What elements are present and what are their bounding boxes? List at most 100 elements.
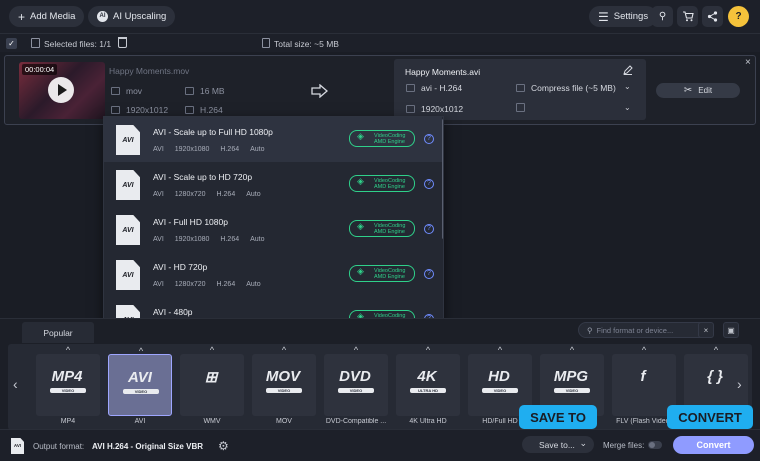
trash-icon[interactable]	[118, 37, 127, 48]
output-resolution-meta[interactable]: 1920x1012	[406, 104, 463, 114]
tab-popular[interactable]: Popular	[22, 322, 94, 343]
chevron-up-icon[interactable]: ^	[423, 345, 433, 355]
compress-chevron-icon[interactable]: ⌄	[624, 82, 631, 91]
edit-button[interactable]: ✂ Edit	[656, 83, 740, 98]
format-logo-sub: VIDEO	[554, 388, 590, 393]
preset-details: AVI 1920x1080 H.264 Auto	[153, 236, 276, 243]
resolution-meta: 1920x1012	[111, 105, 168, 115]
format-label: MOV	[276, 418, 292, 425]
search-icon[interactable]: ⚲	[652, 6, 673, 27]
files-icon	[31, 38, 40, 48]
help-circle-icon[interactable]: ?	[424, 179, 434, 189]
preset-item[interactable]: AVI AVI - HD 720p AVI 1280x720 H.264 Auto Vide…	[104, 252, 442, 297]
save-to-button[interactable]: Save to... ⌄	[522, 436, 594, 453]
output-resolution-value: 1920x1012	[421, 104, 464, 114]
chevron-up-icon[interactable]: ^	[711, 345, 721, 355]
settings-button[interactable]: ☰ Settings	[589, 6, 658, 27]
preset-resolution: 1920x1080	[174, 146, 210, 153]
format-search-input[interactable]: ⚲ Find format or device...	[578, 322, 714, 338]
remove-file-icon[interactable]: ×	[745, 57, 751, 68]
chevron-up-icon[interactable]: ^	[63, 345, 73, 355]
merge-files-label: Merge files:	[603, 441, 645, 450]
amd-engine-badge: VideoCoding AMD Engine	[349, 175, 415, 192]
format-tile[interactable]: ^ 4K ULTRA HD	[396, 345, 460, 416]
sliders-icon: ☰	[598, 9, 609, 24]
format-logo: MP4	[51, 368, 83, 385]
preset-dropdown[interactable]: AVI AVI - Scale up to Full HD 1080p AVI 192…	[103, 116, 444, 340]
chevron-up-icon[interactable]: ^	[495, 345, 505, 355]
pencil-icon[interactable]	[623, 65, 633, 75]
audio-chevron-icon[interactable]: ⌄	[624, 103, 631, 112]
preset-title: AVI - Scale up to Full HD 1080p	[153, 127, 273, 137]
chevron-up-icon[interactable]: ^	[639, 345, 649, 355]
codec-value: H.264	[200, 105, 223, 115]
preset-container: AVI	[153, 281, 164, 288]
share-icon[interactable]	[702, 6, 723, 27]
format-label: AVI	[134, 418, 146, 425]
preset-details: AVI 1920x1080 H.264 Auto	[153, 146, 276, 153]
device-detect-icon[interactable]: ▣	[723, 322, 739, 338]
chevron-up-icon[interactable]: ^	[351, 345, 361, 355]
format-label: WMV	[203, 418, 221, 425]
format-logo: HD	[488, 368, 510, 385]
format-tile[interactable]: ^ ⊞	[180, 345, 244, 416]
help-circle-icon[interactable]: ?	[424, 224, 434, 234]
preset-item[interactable]: AVI AVI - Full HD 1080p AVI 1920x1080 H.264 A…	[104, 207, 442, 252]
settings-label: Settings	[613, 11, 649, 22]
chevron-up-icon[interactable]: ^	[207, 345, 217, 355]
convert-button[interactable]: Convert	[673, 436, 754, 454]
format-tile[interactable]: ^ MOV VIDEO	[252, 345, 316, 416]
preset-title: AVI - Full HD 1080p	[153, 217, 228, 227]
output-settings-gear-icon[interactable]: ⚙	[218, 439, 229, 453]
output-format-meta[interactable]: avi - H.264	[406, 83, 462, 93]
source-file-name: Happy Moments.mov	[109, 66, 190, 76]
preset-item[interactable]: AVI AVI - Scale up to HD 720p AVI 1280x720 H…	[104, 162, 442, 207]
audio-icon[interactable]	[516, 103, 525, 112]
ai-icon: AI	[97, 11, 108, 22]
play-icon[interactable]	[48, 77, 74, 103]
format-logo-sub: VIDEO	[482, 388, 518, 393]
preset-codec: H.264	[220, 146, 240, 153]
preset-codec: H.264	[220, 236, 240, 243]
select-all-checkbox[interactable]: ✓	[6, 38, 17, 49]
top-toolbar: + Add Media AI AI Upscaling ☰ Settings ⚲…	[0, 0, 760, 33]
format-logo-sub: VIDEO	[50, 388, 86, 393]
gallery-prev-icon[interactable]: ‹	[13, 376, 18, 392]
format-logo-sub: ULTRA HD	[410, 388, 446, 393]
format-label: DVD-Compatible ...	[325, 418, 387, 425]
resize-icon	[406, 105, 415, 113]
amd-engine-badge: VideoCoding AMD Engine	[349, 220, 415, 237]
output-format-file-icon: AVI	[11, 438, 24, 454]
preset-mode: Auto	[250, 146, 265, 153]
resolution-value: 1920x1012	[126, 105, 169, 115]
format-logo: 4K	[417, 368, 437, 385]
chevron-up-icon[interactable]: ^	[136, 346, 146, 356]
add-media-button[interactable]: + Add Media	[9, 6, 85, 27]
format-logo: DVD	[339, 368, 371, 385]
dropdown-scrollbar[interactable]	[442, 119, 443, 239]
compress-meta[interactable]: Compress file (~5 MB)	[516, 83, 616, 93]
preset-codec: H.264	[216, 191, 236, 198]
film-icon	[406, 84, 415, 92]
output-format-value[interactable]: AVI H.264 - Original Size VBR	[92, 442, 203, 451]
help-icon[interactable]: ?	[728, 6, 749, 27]
clear-search-icon[interactable]: ×	[698, 322, 714, 338]
format-tile[interactable]: ^ MP4 VIDEO	[36, 345, 100, 416]
format-tile[interactable]: ^ f	[612, 345, 676, 416]
format-tile[interactable]: ^ DVD VIDEO	[324, 345, 388, 416]
format-tile[interactable]: ^ AVI VIDEO	[108, 346, 172, 416]
compress-value: Compress file (~5 MB)	[531, 83, 616, 93]
video-thumbnail[interactable]: 00:00:04	[19, 62, 105, 119]
preset-item[interactable]: AVI AVI - Scale up to Full HD 1080p AVI 192…	[104, 117, 442, 162]
chevron-up-icon[interactable]: ^	[567, 345, 577, 355]
output-settings-card: Happy Moments.avi avi - H.264 Compress f…	[394, 59, 646, 120]
preset-details: AVI 1280x720 H.264 Auto	[153, 281, 272, 288]
ai-upscaling-button[interactable]: AI AI Upscaling	[88, 6, 176, 27]
cart-icon[interactable]	[677, 6, 698, 27]
help-circle-icon[interactable]: ?	[424, 134, 434, 144]
chevron-up-icon[interactable]: ^	[279, 345, 289, 355]
help-circle-icon[interactable]: ?	[424, 269, 434, 279]
merge-files-toggle[interactable]	[648, 441, 662, 449]
gallery-next-icon[interactable]: ›	[737, 376, 742, 392]
plus-icon: +	[18, 9, 26, 24]
